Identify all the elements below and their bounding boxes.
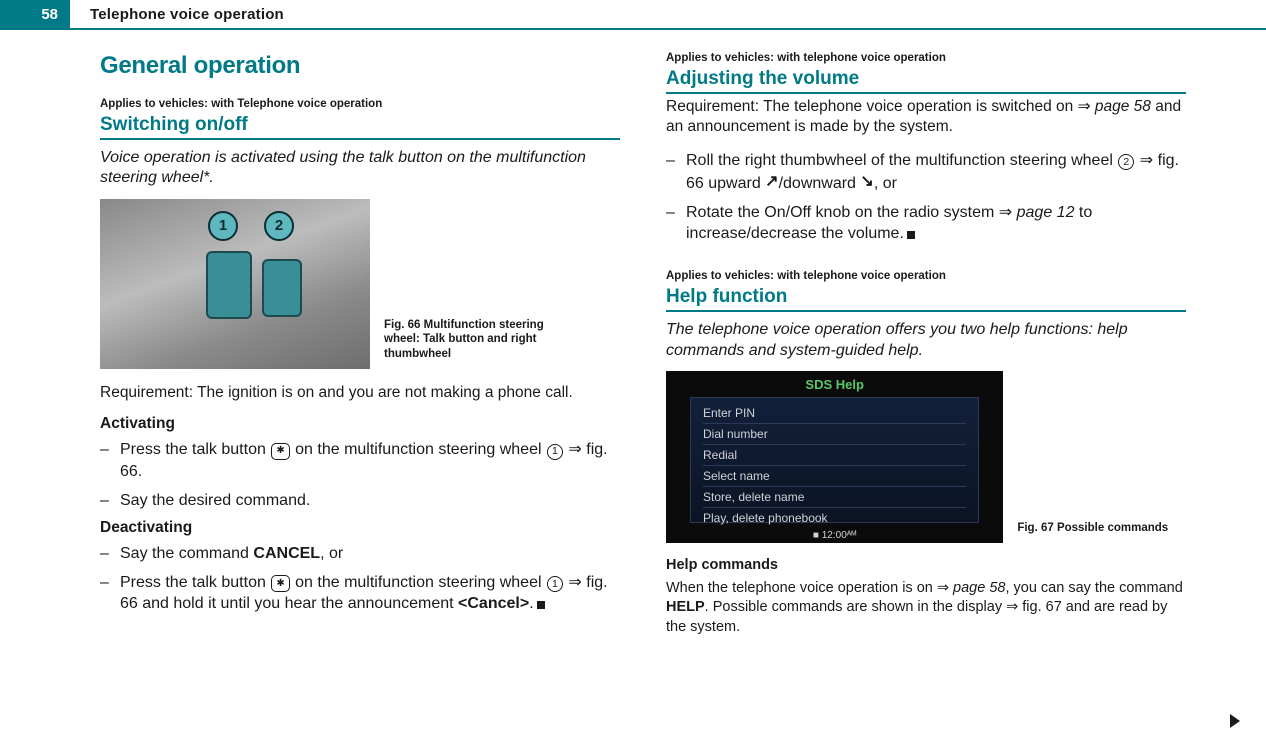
heading-help-function: Help function — [666, 286, 1186, 312]
circled-1: 1 — [547, 576, 563, 592]
text-frag: Rotate the On/Off knob on the radio syst… — [686, 204, 1017, 221]
figure-67-caption: Fig. 67 Possible commands — [1017, 521, 1186, 535]
page-ref-58: page 58 — [953, 580, 1005, 596]
bullet-text: Rotate the On/Off knob on the radio syst… — [686, 202, 1186, 244]
list-item: – Say the command CANCEL, or — [100, 543, 620, 564]
heading-switching-onoff: Switching on/off — [100, 114, 620, 140]
subheading-activating: Activating — [100, 415, 620, 433]
volume-down-icon: ↘ — [860, 171, 873, 192]
applies-note: Applies to vehicles: with telephone voic… — [666, 270, 1186, 282]
right-column: Applies to vehicles: with telephone voic… — [666, 52, 1186, 663]
text-frag: Press the talk button — [120, 574, 270, 591]
sds-menu: Enter PIN Dial number Redial Select name… — [690, 397, 979, 523]
text-frag: When the telephone voice operation is on… — [666, 580, 953, 596]
figure-66-caption: Fig. 66 Multifunction steering wheel: Ta… — [384, 318, 554, 361]
text-frag: on the multifunction steering wheel — [291, 441, 546, 458]
bullet-dash: – — [100, 543, 120, 564]
talk-button-shape — [206, 251, 252, 319]
end-marker-icon — [907, 231, 915, 239]
applies-note: Applies to vehicles: with Telephone voic… — [100, 98, 620, 110]
help-intro: The telephone voice operation offers you… — [666, 320, 1186, 361]
callout-1: 1 — [208, 211, 238, 241]
page-ref-12: page 12 — [1017, 204, 1075, 221]
sds-item: Redial — [703, 445, 966, 466]
sds-help-title: SDS Help — [666, 377, 1003, 392]
requirement-text: Requirement: The ignition is on and you … — [100, 383, 620, 403]
bullet-dash: – — [100, 490, 120, 511]
subheading-deactivating: Deactivating — [100, 519, 620, 537]
volume-up-icon: ↗ — [765, 171, 778, 192]
volume-requirement: Requirement: The telephone voice operati… — [666, 97, 1186, 138]
intro-text: Voice operation is activated using the t… — [100, 148, 620, 189]
sds-clock: ■ 12:00ᴬᴹ — [666, 530, 1003, 541]
text-frag: Roll the right thumbwheel of the multifu… — [686, 152, 1117, 169]
text-frag: . Possible commands are shown in the dis… — [666, 599, 1167, 634]
continue-arrow-icon — [1230, 714, 1240, 728]
text-frag: . — [529, 595, 533, 612]
heading-general-operation: General operation — [100, 52, 620, 80]
content-columns: General operation Applies to vehicles: w… — [0, 30, 1266, 663]
text-frag: /downward — [779, 175, 861, 192]
sds-item: Dial number — [703, 424, 966, 445]
talk-icon: ✱ — [271, 575, 289, 592]
circled-1: 1 — [547, 444, 563, 460]
figure-67-image: SDS Help Enter PIN Dial number Redial Se… — [666, 371, 1003, 543]
text-frag: Say the command — [120, 545, 253, 562]
callout-2: 2 — [264, 211, 294, 241]
page-number-box: 58 — [0, 0, 70, 28]
page-number: 58 — [41, 6, 58, 23]
list-item: – Say the desired command. — [100, 490, 620, 511]
section-help: Applies to vehicles: with telephone voic… — [666, 270, 1186, 636]
talk-icon: ✱ — [271, 443, 289, 460]
bullet-text: Say the desired command. — [120, 490, 620, 511]
text-frag: Requirement: The telephone voice operati… — [666, 98, 1095, 115]
text-frag: , or — [874, 175, 897, 192]
command-cancel: CANCEL — [253, 545, 320, 562]
announcement-cancel: <Cancel> — [458, 595, 529, 612]
text-frag: , or — [320, 545, 343, 562]
subheading-help-commands: Help commands — [666, 557, 1186, 573]
sds-item: Store, delete name — [703, 487, 966, 508]
bullet-dash: – — [100, 439, 120, 481]
list-item: – Roll the right thumbwheel of the multi… — [666, 150, 1186, 194]
text-frag: Press the talk button — [120, 441, 270, 458]
section-volume: Applies to vehicles: with telephone voic… — [666, 52, 1186, 244]
list-item: – Press the talk button ✱ on the multifu… — [100, 439, 620, 481]
sds-item: Enter PIN — [703, 403, 966, 424]
heading-adjusting-volume: Adjusting the volume — [666, 68, 1186, 94]
end-marker-icon — [537, 601, 545, 609]
sds-item: Select name — [703, 466, 966, 487]
section-switching: Applies to vehicles: with Telephone voic… — [100, 98, 620, 614]
text-frag: , you can say the command — [1005, 580, 1182, 596]
bullet-text: Press the talk button ✱ on the multifunc… — [120, 572, 620, 614]
bullet-text: Roll the right thumbwheel of the multifu… — [686, 150, 1186, 194]
thumbwheel-shape — [262, 259, 302, 317]
list-item: – Rotate the On/Off knob on the radio sy… — [666, 202, 1186, 244]
page-ref-58: page 58 — [1095, 98, 1151, 115]
bullet-dash: – — [666, 202, 686, 244]
bullet-dash: – — [666, 150, 686, 194]
bullet-text: Press the talk button ✱ on the multifunc… — [120, 439, 620, 481]
help-commands-text: When the telephone voice operation is on… — [666, 579, 1186, 636]
text-frag: on the multifunction steering wheel — [291, 574, 546, 591]
figure-67-row: SDS Help Enter PIN Dial number Redial Se… — [666, 371, 1186, 543]
command-help: HELP — [666, 599, 705, 615]
applies-note: Applies to vehicles: with telephone voic… — [666, 52, 1186, 64]
circled-2: 2 — [1118, 154, 1134, 170]
left-column: General operation Applies to vehicles: w… — [100, 52, 620, 663]
chapter-title: Telephone voice operation — [90, 6, 284, 23]
sds-item: Play, delete phonebook — [703, 508, 966, 528]
bullet-text: Say the command CANCEL, or — [120, 543, 620, 564]
figure-66-row: 1 2 Fig. 66 Multifunction steering wheel… — [100, 199, 620, 369]
figure-66-image: 1 2 — [100, 199, 370, 369]
list-item: – Press the talk button ✱ on the multifu… — [100, 572, 620, 614]
page-header: 58 Telephone voice operation — [0, 0, 1266, 30]
bullet-dash: – — [100, 572, 120, 614]
